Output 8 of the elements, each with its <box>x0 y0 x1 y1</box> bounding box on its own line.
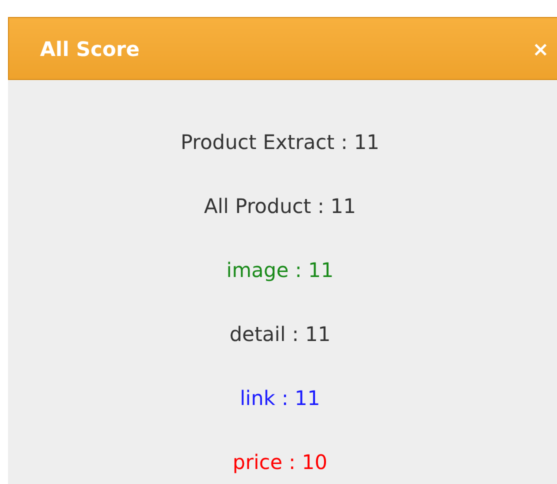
score-text: price : 10 <box>232 449 328 475</box>
score-text: image : 11 <box>226 257 334 283</box>
score-text: Product Extract : 11 <box>180 129 380 155</box>
close-button[interactable]: × <box>526 36 555 60</box>
score-text: detail : 11 <box>229 321 331 347</box>
score-text: All Product : 11 <box>204 193 356 219</box>
dialog-title: All Score <box>40 36 140 60</box>
score-text: link : 11 <box>240 385 320 411</box>
